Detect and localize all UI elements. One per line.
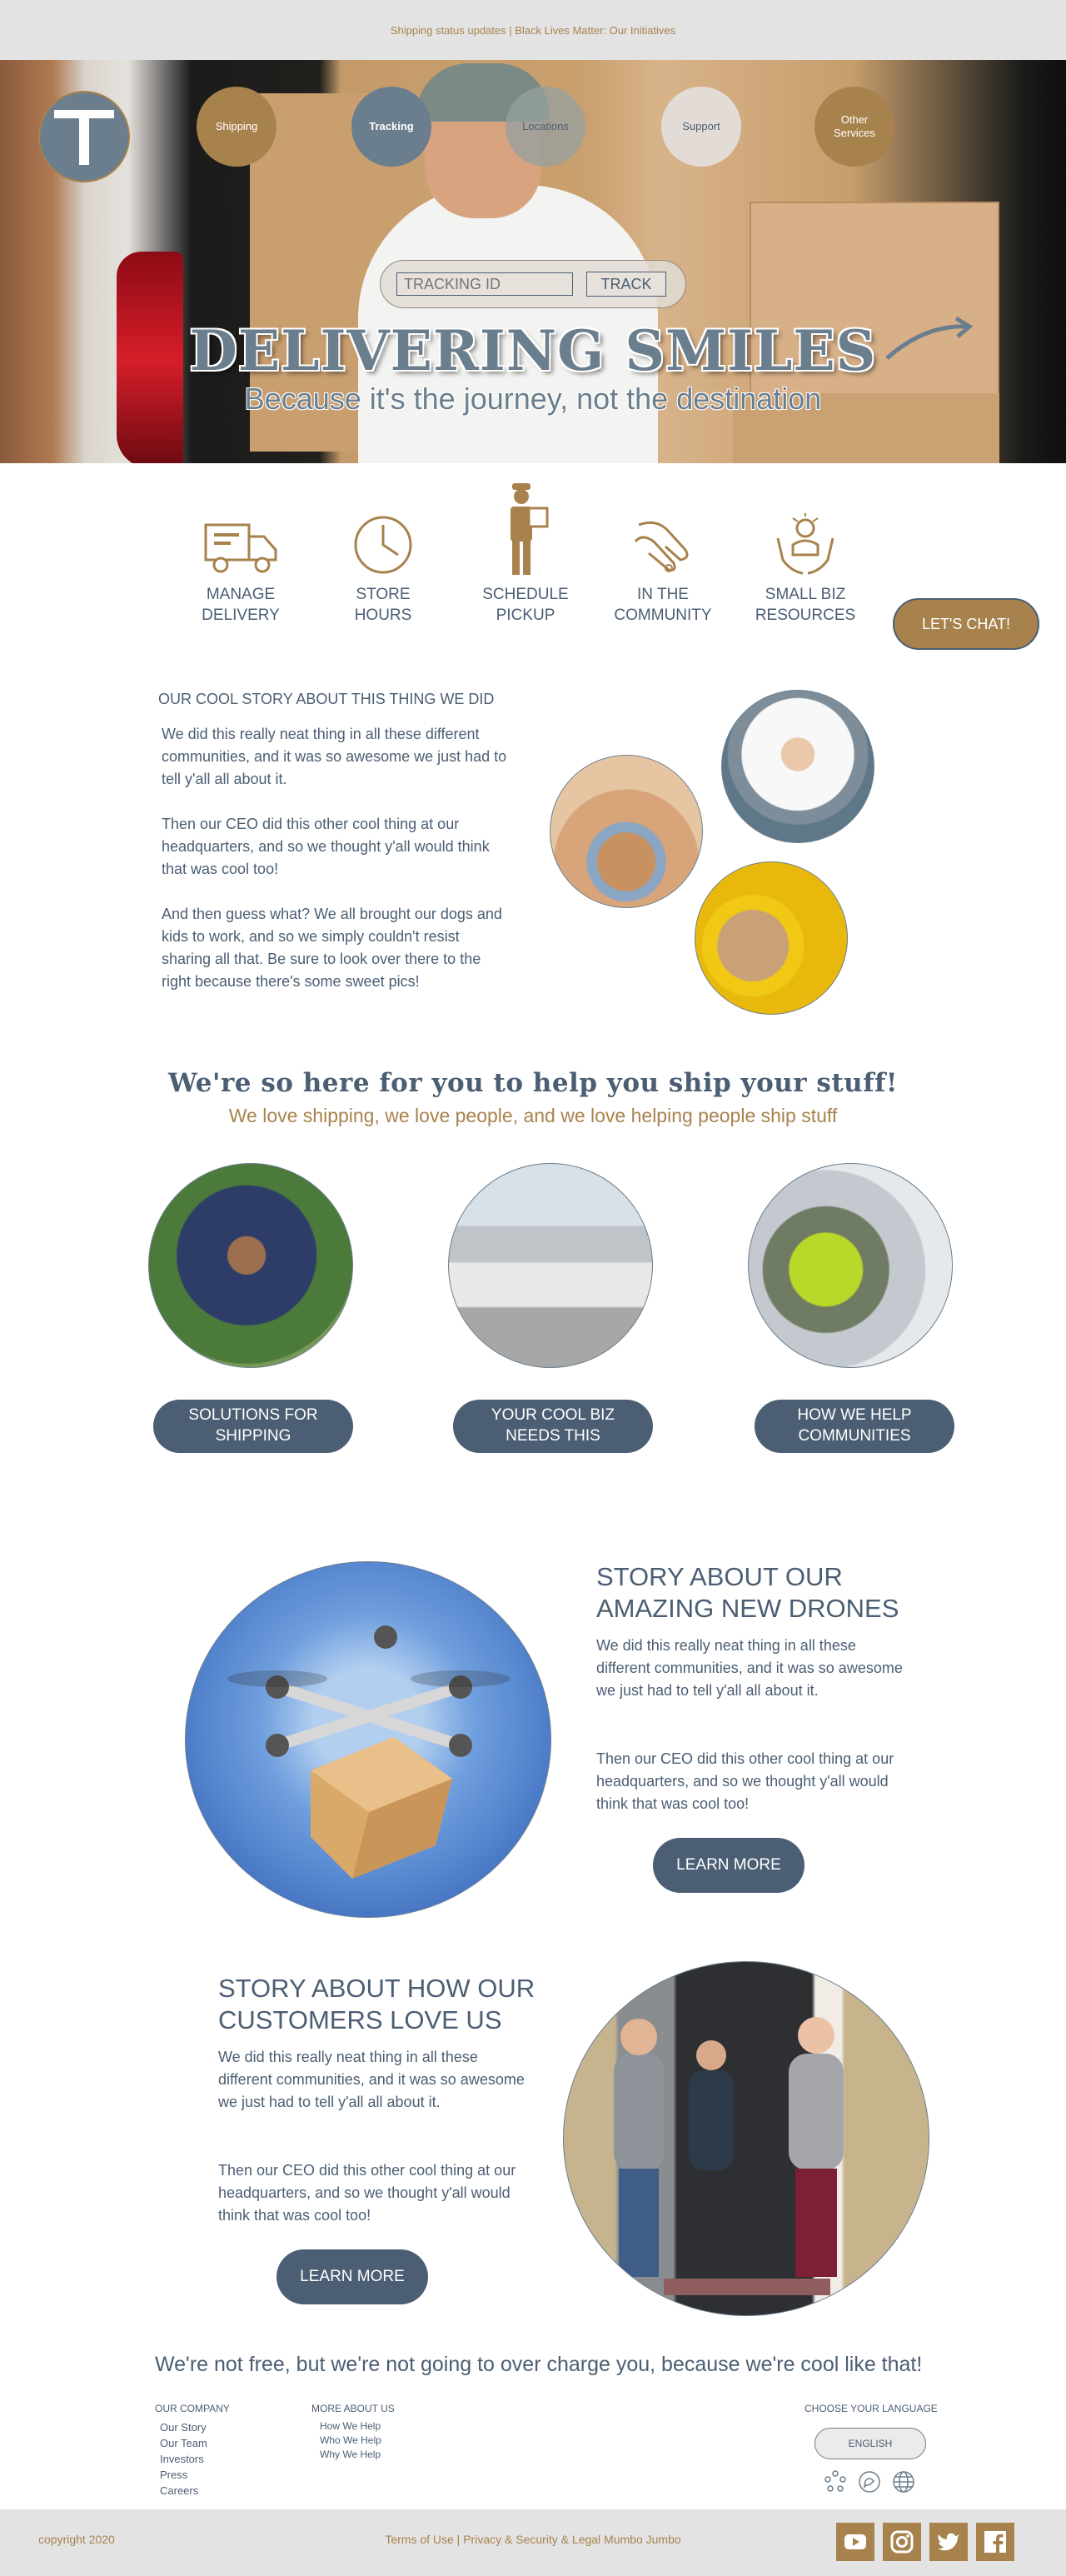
quick-link-small-biz-resources[interactable]: SMALL BIZ RESOURCES: [735, 477, 876, 626]
drones-learn-more-button[interactable]: LEARN MORE: [653, 1838, 804, 1893]
quick-link-store-hours[interactable]: STORE HOURS: [312, 477, 454, 626]
nav-tracking-button[interactable]: Tracking: [351, 87, 431, 167]
story-photo-box-delivery: [695, 861, 848, 1015]
footer-link-who-we-help[interactable]: Who We Help: [320, 2434, 381, 2448]
customers-learn-more-button[interactable]: LEARN MORE: [276, 2249, 428, 2304]
nav-label: Locations: [522, 120, 569, 133]
logo-letter: [54, 110, 114, 165]
drone-illustration: [227, 1625, 511, 1879]
footer-link-how-we-help[interactable]: How We Help: [320, 2419, 381, 2434]
nav-other-services-button[interactable]: Other Services: [814, 87, 894, 167]
how-we-help-communities-button[interactable]: HOW WE HELP COMMUNITIES: [755, 1400, 954, 1453]
quick-link-label: IN THE COMMUNITY: [614, 586, 712, 624]
nav-support-button[interactable]: Support: [661, 87, 741, 167]
footer-link-investors[interactable]: Investors: [160, 2451, 207, 2467]
nav-locations-button[interactable]: Locations: [506, 87, 585, 167]
hero-subtitle: Because it's the journey, not the destin…: [244, 382, 822, 416]
customers-heading: STORY ABOUT HOW OUR CUSTOMERS LOVE US: [218, 1974, 535, 2034]
story-paragraph: And then guess what? We all brought our …: [162, 906, 502, 990]
track-button[interactable]: TRACK: [586, 272, 666, 297]
solutions-for-shipping-button[interactable]: SOLUTIONS FOR SHIPPING: [153, 1400, 353, 1453]
story-paragraph: Then our CEO did this other cool thing a…: [162, 816, 490, 877]
tracking-id-input[interactable]: [396, 272, 573, 296]
footer-more-title: MORE ABOUT US: [311, 2403, 395, 2414]
footer-more-links: How We Help Who We Help Why We Help: [320, 2419, 381, 2462]
chat-bubble-icon[interactable]: [857, 2469, 882, 2494]
customers-paragraph: Then our CEO did this other cool thing a…: [218, 2162, 516, 2224]
footer-link-careers[interactable]: Careers: [160, 2483, 207, 2499]
brand-logo[interactable]: [38, 91, 130, 182]
twitter-icon[interactable]: [929, 2523, 968, 2561]
story-paragraph: We did this really neat thing in all the…: [162, 726, 507, 787]
swoosh-arrow-icon: [885, 317, 974, 360]
footer-link-our-story[interactable]: Our Story: [160, 2419, 207, 2435]
service-label: YOUR COOL BIZ NEEDS THIS: [491, 1406, 615, 1445]
quick-link-label: STORE HOURS: [354, 586, 412, 624]
truck-icon: [170, 477, 311, 585]
facebook-icon[interactable]: [976, 2523, 1014, 2561]
ship-subheading: We love shipping, we love people, and we…: [228, 1105, 838, 1126]
customers-illustration: [614, 2017, 844, 2295]
announcement-bar: Shipping status updates | Black Lives Ma…: [0, 0, 1066, 60]
footer-link-press[interactable]: Press: [160, 2467, 207, 2483]
nav-label: Support: [682, 120, 720, 133]
customers-photo: [563, 1961, 929, 2316]
instagram-icon[interactable]: [883, 2523, 921, 2561]
quick-link-label: SCHEDULE PICKUP: [482, 586, 569, 624]
nav-shipping-button[interactable]: Shipping: [197, 87, 276, 167]
drones-heading: STORY ABOUT OUR AMAZING NEW DRONES: [596, 1562, 899, 1623]
footer-link-why-we-help[interactable]: Why We Help: [320, 2448, 381, 2462]
nav-label: Other Services: [834, 113, 875, 139]
youtube-icon[interactable]: [836, 2523, 874, 2561]
cool-biz-needs-button[interactable]: YOUR COOL BIZ NEEDS THIS: [453, 1400, 653, 1453]
clock-icon: [312, 477, 454, 585]
nav-label: Shipping: [215, 120, 258, 133]
footer-company-title: OUR COMPANY: [155, 2403, 230, 2414]
share-icon[interactable]: [823, 2469, 848, 2494]
quick-link-label: SMALL BIZ RESOURCES: [755, 586, 856, 624]
service-label: SOLUTIONS FOR SHIPPING: [188, 1406, 318, 1445]
drone-photo: [185, 1561, 551, 1918]
customers-paragraph: We did this really neat thing in all the…: [218, 2049, 525, 2110]
resources-icon: [735, 477, 876, 585]
announcement-link[interactable]: Shipping status updates | Black Lives Ma…: [391, 24, 675, 37]
chat-button[interactable]: LET'S CHAT!: [893, 598, 1039, 650]
drones-paragraph: Then our CEO did this other cool thing a…: [596, 1750, 894, 1812]
globe-icon[interactable]: [891, 2469, 916, 2494]
language-select[interactable]: ENGLISH: [814, 2428, 926, 2459]
drones-paragraph: We did this really neat thing in all the…: [596, 1637, 903, 1699]
story-photo-dog: [550, 755, 703, 908]
ship-heading: We're so here for you to help you ship y…: [167, 1068, 899, 1098]
story-heading: OUR COOL STORY ABOUT THIS THING WE DID: [158, 691, 495, 707]
story-photo-ceo: [721, 690, 874, 843]
handshake-icon: [592, 477, 734, 585]
service-label: HOW WE HELP COMMUNITIES: [797, 1406, 912, 1445]
quick-link-in-the-community[interactable]: IN THE COMMUNITY: [592, 477, 734, 626]
quick-link-schedule-pickup[interactable]: SCHEDULE PICKUP: [455, 477, 596, 626]
footer-link-our-team[interactable]: Our Team: [160, 2435, 207, 2451]
service-photo-community: [748, 1163, 953, 1368]
quick-link-label: MANAGE DELIVERY: [202, 586, 280, 624]
nav-label: Tracking: [369, 120, 414, 133]
service-photo-courier: [148, 1163, 353, 1368]
courier-icon: [455, 477, 596, 585]
pricing-statement: We're not free, but we're not going to o…: [155, 2353, 923, 2376]
footer-company-links: Our Story Our Team Investors Press Caree…: [160, 2419, 207, 2499]
service-photo-van: [448, 1163, 653, 1368]
quick-link-manage-delivery[interactable]: MANAGE DELIVERY: [170, 477, 311, 626]
language-title: CHOOSE YOUR LANGUAGE: [804, 2403, 938, 2414]
